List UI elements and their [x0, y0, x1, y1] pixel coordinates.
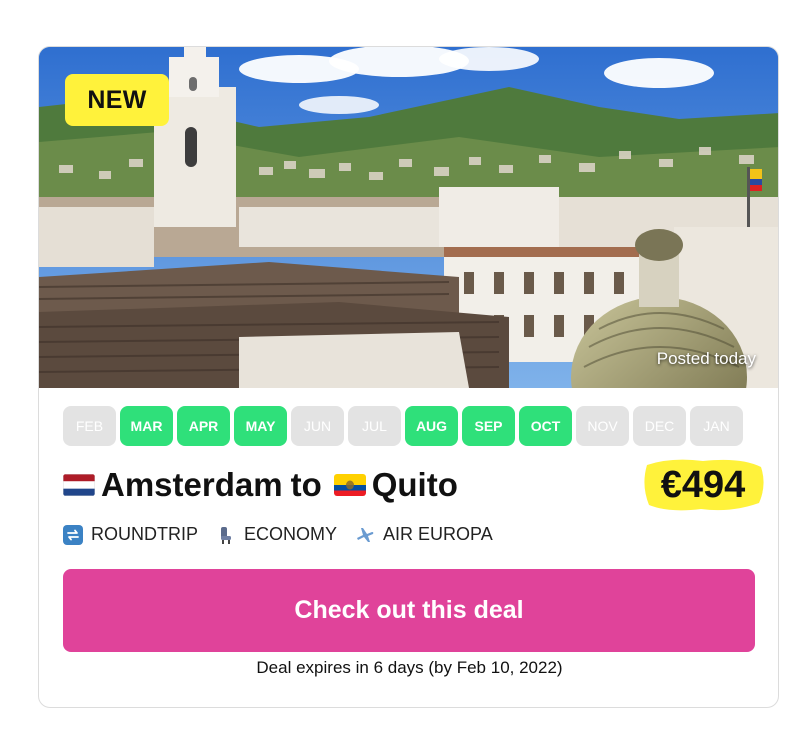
airplane-icon [355, 525, 375, 545]
month-pill-nov: NOV [576, 406, 629, 446]
airline: AIR EUROPA [355, 524, 493, 545]
deal-card: NEW Posted today FEB MAR APR MAY JUN JUL AUG SE… [38, 46, 779, 708]
check-out-deal-button[interactable]: Check out this deal [63, 569, 755, 652]
deal-expiry: Deal expires in 6 days (by Feb 10, 2022) [256, 658, 563, 677]
travel-months: FEB MAR APR MAY JUN JUL AUG SEP OCT NOV DEC JAN [63, 406, 743, 446]
roundtrip-icon [63, 524, 83, 545]
month-pill-mar: MAR [120, 406, 173, 446]
month-pill-aug: AUG [405, 406, 458, 446]
cabin-label: ECONOMY [244, 524, 338, 544]
month-pill-oct: OCT [519, 406, 572, 446]
month-pill-apr: APR [177, 406, 230, 446]
cabin-class: ECONOMY [216, 524, 337, 545]
month-pill-may: MAY [234, 406, 287, 446]
deal-meta: ROUNDTRIP ECONOMY AIR EUROPA [63, 524, 511, 545]
month-pill-jun: JUN [291, 406, 344, 446]
month-pill-dec: DEC [633, 406, 686, 446]
origin-city: Amsterdam [101, 466, 283, 503]
posted-label: Posted today [656, 349, 756, 368]
price: €494 [660, 464, 746, 506]
trip-type: ROUNDTRIP [63, 524, 198, 545]
month-pill-jul: JUL [348, 406, 401, 446]
destination-city: Quito [371, 466, 458, 503]
destination-photo: NEW Posted today [39, 47, 778, 388]
new-badge: NEW [65, 74, 169, 126]
ecuador-flag-icon [333, 474, 366, 496]
airline-label: AIR EUROPA [383, 524, 493, 544]
month-pill-feb: FEB [63, 406, 116, 446]
seat-icon [216, 525, 236, 545]
route-title: Amsterdam to Quito [63, 460, 458, 510]
month-pill-jan: JAN [690, 406, 743, 446]
route-connector: to [290, 466, 322, 503]
price-highlight: €494 [641, 455, 765, 515]
trip-type-label: ROUNDTRIP [91, 524, 198, 544]
month-pill-sep: SEP [462, 406, 515, 446]
netherlands-flag-icon [63, 474, 95, 496]
